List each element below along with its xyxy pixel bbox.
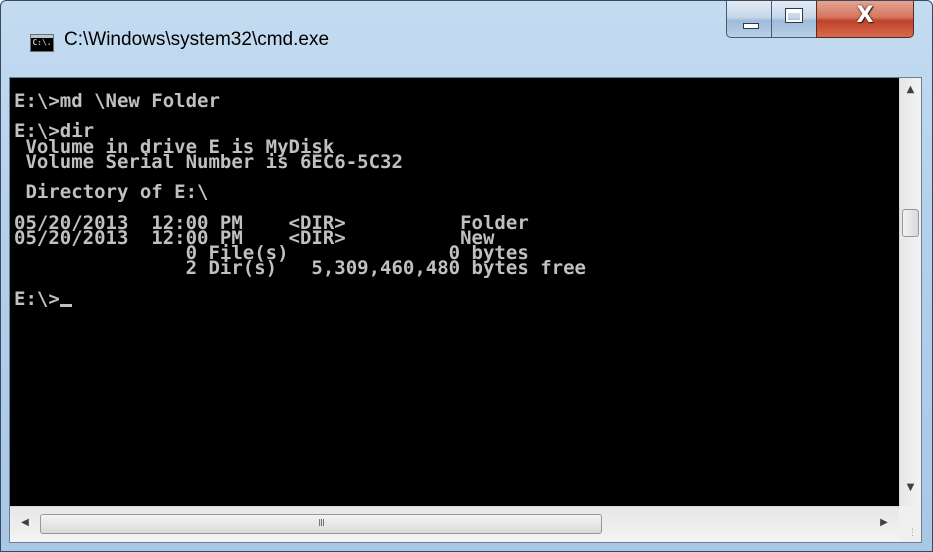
cmd-window: C:\. C:\Windows\system32\cmd.exe X E:\>m…: [0, 0, 933, 552]
cmd-app-icon-text: C:\.: [32, 38, 52, 47]
resize-grip[interactable]: ⋮: [899, 506, 921, 542]
scroll-right-arrow-icon[interactable]: ▶: [877, 517, 891, 528]
horizontal-scrollbar[interactable]: ◀ III ▶: [10, 506, 899, 542]
console-frame: E:\>md \New Folder E:\>dir Volume in dri…: [9, 77, 922, 543]
console-lines: E:\>md \New Folder E:\>dir Volume in dri…: [14, 90, 586, 310]
horizontal-scroll-thumb[interactable]: III: [40, 514, 602, 534]
scroll-up-arrow-icon[interactable]: ▲: [900, 84, 921, 95]
window-title: C:\Windows\system32\cmd.exe: [64, 29, 330, 50]
minimize-button[interactable]: [726, 1, 772, 38]
caption-buttons: X: [726, 1, 922, 39]
scroll-left-arrow-icon[interactable]: ◀: [18, 517, 32, 528]
close-icon: X: [856, 3, 874, 28]
text-cursor: [59, 303, 72, 307]
vertical-scrollbar[interactable]: ▲ ▼: [899, 78, 921, 506]
resize-grip-icon: ⋮: [908, 528, 917, 538]
maximize-button[interactable]: [771, 1, 817, 38]
maximize-icon: [785, 8, 803, 23]
console-text: E:\>md \New Folder E:\>dir Volume in dri…: [14, 92, 586, 309]
close-button[interactable]: X: [816, 1, 914, 38]
scroll-grip-icon: III: [318, 518, 325, 529]
title-bar[interactable]: C:\. C:\Windows\system32\cmd.exe X: [1, 1, 932, 78]
console-output-area[interactable]: E:\>md \New Folder E:\>dir Volume in dri…: [10, 78, 899, 506]
vertical-scroll-thumb[interactable]: [902, 209, 919, 237]
minimize-icon: [743, 23, 759, 29]
scroll-down-arrow-icon[interactable]: ▼: [900, 482, 921, 493]
cmd-app-icon[interactable]: C:\.: [30, 34, 54, 52]
